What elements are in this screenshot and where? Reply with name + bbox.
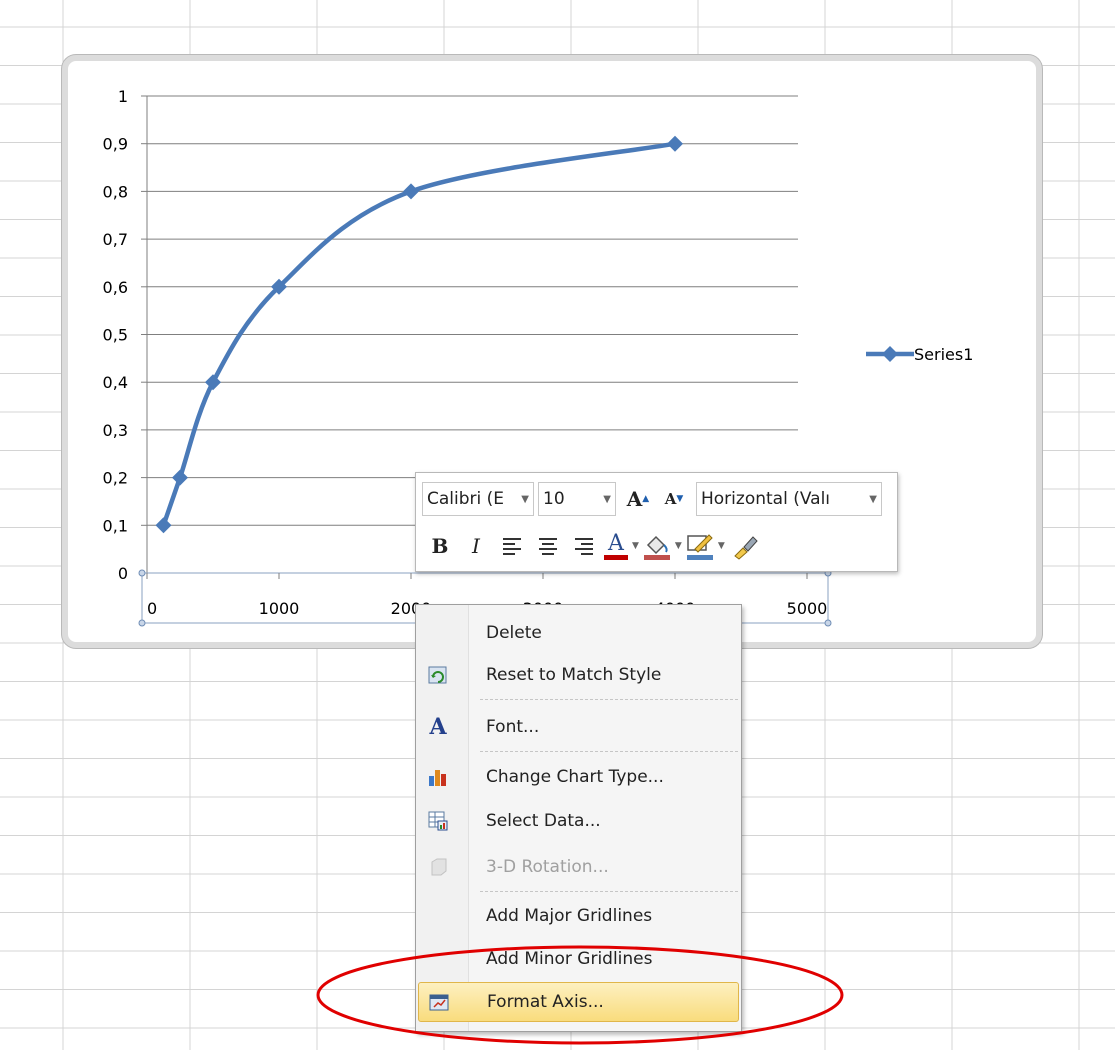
y-tick-label: 0,9	[103, 135, 128, 154]
bold-icon: B	[431, 534, 449, 558]
menu-item-label: Format Axis...	[487, 992, 604, 1012]
y-tick-label: 0,1	[103, 516, 128, 535]
italic-icon: I	[472, 534, 480, 558]
selection-handle[interactable]	[824, 619, 832, 627]
reset-style-icon	[418, 655, 458, 695]
data-point-marker[interactable]	[155, 517, 172, 534]
chevron-down-icon: ▼	[869, 493, 877, 505]
3d-rotation-icon	[418, 847, 458, 887]
grow-font-icon: A	[626, 487, 643, 511]
menu-separator	[480, 699, 738, 700]
chevron-down-icon[interactable]: ▼	[718, 541, 725, 551]
shrink-font-button[interactable]: A ▼	[656, 481, 692, 517]
x-tick-label: 1000	[259, 599, 300, 618]
bold-button[interactable]: B	[422, 528, 458, 564]
menu-item-select-data[interactable]: Select Data...	[418, 801, 739, 841]
data-point-marker[interactable]	[172, 469, 188, 486]
font-color-button[interactable]: A	[602, 528, 630, 564]
font-color-bar	[604, 554, 628, 560]
chart-type-icon	[418, 757, 458, 797]
arrow-up-icon: ▲	[642, 494, 650, 504]
x-tick-label: 5000	[787, 599, 828, 618]
chevron-down-icon[interactable]: ▼	[675, 541, 682, 551]
selection-handle[interactable]	[138, 619, 146, 627]
y-tick-label: 0,8	[103, 182, 128, 201]
select-data-icon	[418, 801, 458, 841]
menu-item-change-chart-type[interactable]: Change Chart Type...	[418, 757, 739, 797]
align-right-icon	[575, 538, 593, 555]
mini-toolbar-row-1: Calibri (E ▼ 10 ▼ A ▲ A ▼ Horizontal (Valı…	[422, 480, 891, 518]
chart-element-selector[interactable]: Horizontal (Valı ▼	[696, 482, 882, 516]
legend-label[interactable]: Series1	[914, 345, 973, 364]
menu-item-reset-to-match-style[interactable]: Reset to Match Style	[418, 655, 739, 695]
menu-item-label: Add Minor Gridlines	[486, 949, 653, 969]
data-point-marker[interactable]	[403, 183, 419, 200]
font-name-value: Calibri (E	[427, 489, 505, 509]
selection-handle[interactable]	[138, 569, 146, 577]
context-menu: Delete Reset to Match Style A Font... Ch…	[415, 604, 742, 1032]
font-color-icon: A	[608, 530, 624, 556]
menu-item-label: Select Data...	[486, 811, 601, 831]
shrink-font-icon: A	[664, 490, 677, 508]
font-size-value: 10	[543, 489, 565, 509]
font-size-combo[interactable]: 10 ▼	[538, 482, 616, 516]
chevron-down-icon: ▼	[603, 493, 611, 505]
align-left-icon	[503, 538, 521, 555]
align-right-button[interactable]	[566, 528, 602, 564]
mini-toolbar-row-2: B I A ▼ ▼ ▼	[422, 527, 891, 565]
menu-item-label: Font...	[486, 717, 540, 737]
y-tick-label: 0,6	[103, 278, 128, 297]
menu-item-font[interactable]: A Font...	[418, 707, 739, 747]
mini-toolbar: Calibri (E ▼ 10 ▼ A ▲ A ▼ Horizontal (Valı…	[415, 472, 898, 572]
menu-item-format-axis[interactable]: Format Axis...	[418, 982, 739, 1022]
fill-color-icon	[643, 535, 670, 560]
menu-item-label: Reset to Match Style	[486, 665, 662, 685]
menu-item-add-minor-gridlines[interactable]: Add Minor Gridlines	[418, 939, 739, 979]
menu-item-label: 3-D Rotation...	[486, 857, 609, 877]
line-color-icon	[686, 534, 713, 560]
chevron-down-icon: ▼	[521, 493, 529, 505]
align-center-button[interactable]	[530, 528, 566, 564]
menu-separator	[480, 751, 738, 752]
arrow-down-icon: ▼	[676, 494, 684, 504]
line-color-button[interactable]	[684, 528, 716, 564]
data-point-marker[interactable]	[205, 374, 221, 391]
y-tick-label: 0	[118, 564, 128, 583]
menu-item-3d-rotation[interactable]: 3-D Rotation...	[418, 847, 739, 887]
chevron-down-icon[interactable]: ▼	[632, 541, 639, 551]
format-painter-icon	[734, 536, 758, 560]
y-tick-label: 0,2	[103, 469, 128, 488]
data-point-marker[interactable]	[667, 135, 683, 152]
fill-color-button[interactable]	[641, 528, 673, 564]
y-tick-label: 0,3	[103, 421, 128, 440]
y-tick-label: 1	[118, 87, 128, 106]
format-painter-button[interactable]	[727, 528, 763, 564]
format-axis-icon	[419, 982, 459, 1022]
align-center-icon	[539, 538, 557, 555]
chart-element-value: Horizontal (Valı	[701, 489, 831, 509]
font-name-combo[interactable]: Calibri (E ▼	[422, 482, 534, 516]
align-left-button[interactable]	[494, 528, 530, 564]
menu-item-add-major-gridlines[interactable]: Add Major Gridlines	[418, 896, 739, 936]
italic-button[interactable]: I	[458, 528, 494, 564]
menu-item-label: Add Major Gridlines	[486, 906, 653, 926]
font-icon: A	[429, 714, 447, 740]
y-tick-label: 0,4	[103, 373, 128, 392]
menu-item-label: Change Chart Type...	[486, 767, 664, 787]
y-tick-label: 0,5	[103, 326, 128, 345]
grow-font-button[interactable]: A ▲	[620, 481, 656, 517]
menu-item-delete[interactable]: Delete	[418, 613, 739, 653]
menu-item-label: Delete	[486, 623, 542, 643]
y-tick-label: 0,7	[103, 230, 128, 249]
x-tick-label: 0	[147, 599, 157, 618]
menu-separator	[480, 891, 738, 892]
legend-marker	[882, 346, 898, 362]
